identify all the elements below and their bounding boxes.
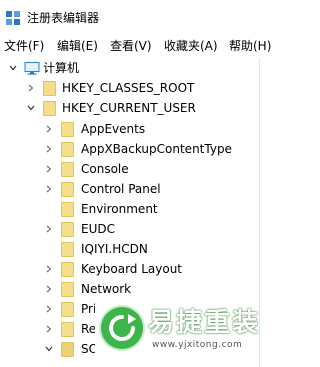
- tree-node-control-panel[interactable]: Control Panel: [0, 179, 276, 199]
- folder-icon: [61, 342, 74, 357]
- chevron-right-icon[interactable]: [45, 265, 53, 273]
- title-bar: 注册表编辑器: [0, 0, 276, 34]
- chevron-down-icon[interactable]: [45, 345, 53, 353]
- tree-node-computer[interactable]: 计算机: [0, 58, 276, 78]
- tree-label: AppXBackupContentType: [81, 142, 232, 156]
- window-title: 注册表编辑器: [27, 11, 100, 25]
- folder-icon: [61, 222, 74, 237]
- watermark: 易捷重装 www.yjxitong.com: [95, 305, 276, 367]
- tree-label: Network: [81, 282, 131, 296]
- tree-label: Remote: [81, 322, 95, 336]
- tree-node-iqiyi-hcdn[interactable]: IQIYI.HCDN: [0, 239, 276, 259]
- chevron-down-icon[interactable]: [9, 64, 17, 72]
- folder-icon: [61, 202, 74, 217]
- tree-node-appevents[interactable]: AppEvents: [0, 119, 276, 139]
- computer-icon: [24, 62, 40, 75]
- watermark-url: www.yjxitong.com: [152, 340, 243, 350]
- tree-label: Environment: [81, 202, 158, 216]
- chevron-right-icon[interactable]: [45, 125, 53, 133]
- folder-icon: [61, 282, 74, 297]
- folder-icon: [61, 162, 74, 177]
- chevron-right-icon[interactable]: [45, 145, 53, 153]
- chevron-right-icon[interactable]: [45, 285, 53, 293]
- tree-label: Console: [81, 162, 129, 176]
- tree-label: Control Panel: [81, 182, 161, 196]
- tree-label: EUDC: [81, 222, 115, 236]
- registry-editor-icon: [6, 11, 20, 25]
- tree-node-eudc[interactable]: EUDC: [0, 219, 276, 239]
- folder-icon: [61, 242, 74, 257]
- tree-node-network[interactable]: Network: [0, 279, 276, 299]
- menu-edit[interactable]: 编辑(E): [57, 38, 98, 54]
- chevron-right-icon[interactable]: [45, 225, 53, 233]
- tree-label: HKEY_CURRENT_USER: [62, 101, 196, 115]
- tree-label: HKEY_CLASSES_ROOT: [62, 81, 195, 95]
- chevron-right-icon[interactable]: [45, 165, 53, 173]
- tree-node-console[interactable]: Console: [0, 159, 276, 179]
- chevron-right-icon[interactable]: [45, 325, 53, 333]
- menu-file[interactable]: 文件(F): [4, 38, 44, 54]
- folder-icon: [61, 122, 74, 137]
- tree-node-current-user[interactable]: HKEY_CURRENT_USER: [0, 98, 276, 118]
- menu-view[interactable]: 查看(V): [110, 38, 152, 54]
- tree-node-keyboard-layout[interactable]: Keyboard Layout: [0, 259, 276, 279]
- chevron-right-icon[interactable]: [45, 305, 53, 313]
- tree-node-appxbackupcontenttype[interactable]: AppXBackupContentType: [0, 139, 276, 159]
- watermark-brand: 易捷重装: [148, 308, 261, 338]
- tree-node-classes-root[interactable]: HKEY_CLASSES_ROOT: [0, 78, 276, 98]
- folder-icon: [43, 81, 56, 96]
- tree-label: 计算机: [43, 61, 80, 75]
- tree-label: AppEvents: [81, 122, 146, 136]
- chevron-down-icon[interactable]: [27, 104, 35, 112]
- folder-icon: [43, 101, 56, 116]
- menu-favorites[interactable]: 收藏夹(A): [164, 38, 218, 54]
- folder-icon: [61, 262, 74, 277]
- chevron-right-icon[interactable]: [45, 185, 53, 193]
- folder-icon: [61, 302, 74, 317]
- chevron-right-icon[interactable]: [27, 84, 35, 92]
- menu-help[interactable]: 帮助(H): [229, 38, 271, 54]
- tree-label: Keyboard Layout: [81, 262, 183, 276]
- watermark-logo: [101, 307, 143, 349]
- tree-label: Printers: [81, 302, 95, 316]
- folder-icon: [61, 182, 74, 197]
- folder-icon: [61, 322, 74, 337]
- menu-bar: 文件(F) 编辑(E) 查看(V) 收藏夹(A) 帮助(H): [0, 34, 276, 58]
- refresh-icon: [109, 314, 136, 341]
- folder-icon: [61, 142, 74, 157]
- tree-label: SOFTWARE: [81, 342, 95, 356]
- tree-node-environment[interactable]: Environment: [0, 199, 276, 219]
- tree-label: IQIYI.HCDN: [81, 242, 148, 256]
